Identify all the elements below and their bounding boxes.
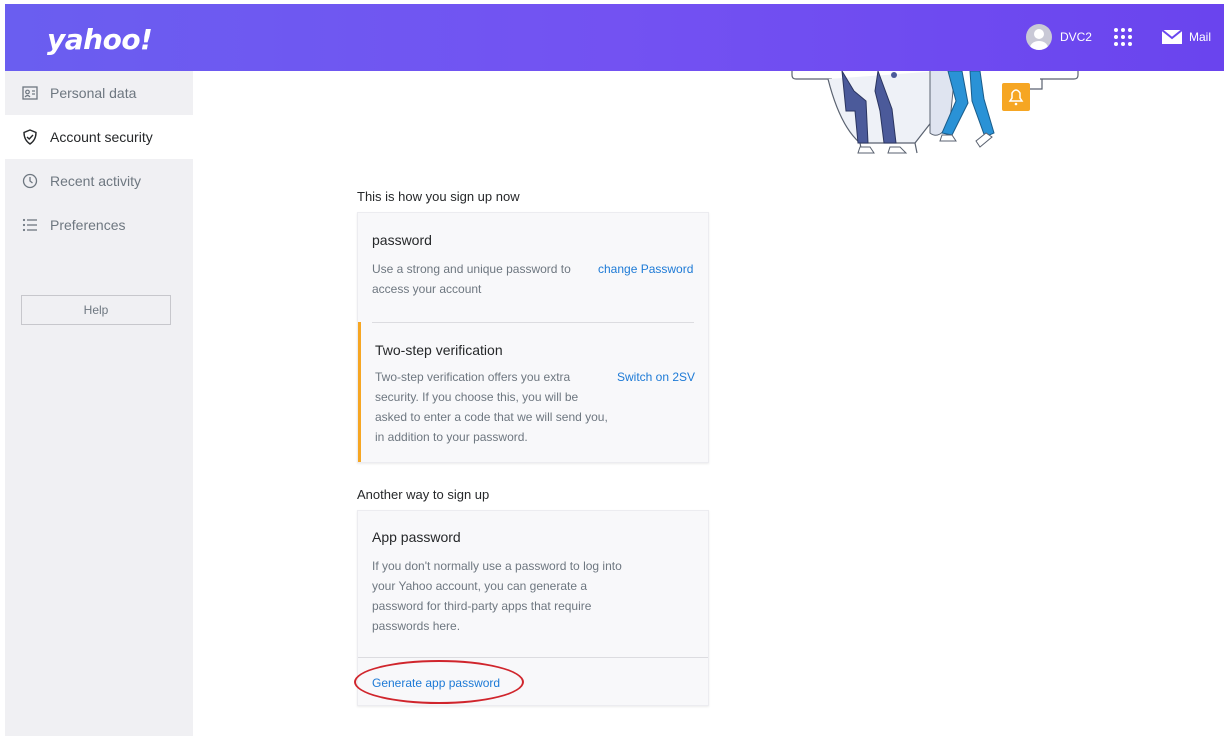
sidebar-item-preferences[interactable]: Preferences [5,203,193,247]
help-button[interactable]: Help [21,295,171,325]
clock-icon [22,173,38,189]
sidebar-item-label: Preferences [50,217,126,233]
shield-check-icon [23,129,37,145]
sidebar-item-label: Recent activity [50,173,142,189]
avatar-icon[interactable] [1025,24,1052,50]
highlight-annotation [354,660,524,704]
other-section-title: Another way to sign up [357,487,490,502]
security-illustration [791,71,1079,154]
username-label[interactable]: DVC2 [1060,30,1092,44]
apps-grid-icon[interactable] [1113,28,1132,46]
sidebar: Personal data Account security Recent ac… [5,71,193,736]
mail-icon[interactable] [1161,30,1182,44]
password-title: password [372,232,432,248]
sidebar-item-account-security[interactable]: Account security [5,115,193,159]
password-description: Use a strong and unique password to acce… [372,262,571,296]
sidebar-item-label: Personal data [50,85,137,101]
divider [358,657,708,658]
signin-section-title: This is how you sign up now [357,189,520,204]
app-password-description: If you don't normally use a password to … [372,559,622,633]
app-password-title: App password [372,529,461,545]
divider [372,322,694,323]
two-step-description: Two-step verification offers you extra s… [375,370,608,444]
mail-link[interactable]: Mail [1189,30,1211,44]
header-account-area: DVC2 Mail [1025,22,1211,52]
sidebar-item-personal-data[interactable]: Personal data [5,71,193,115]
top-header: yahoo! DVC2 Mail [5,4,1224,71]
list-icon [22,218,37,232]
two-step-accent-bar [358,322,361,462]
sidebar-item-label: Account security [50,129,153,145]
two-step-title: Two-step verification [375,342,503,358]
id-card-icon [22,86,38,100]
sidebar-item-recent-activity[interactable]: Recent activity [5,159,193,203]
change-password-link[interactable]: change Password [598,262,693,276]
switch-on-2sv-link[interactable]: Switch on 2SV [617,370,695,384]
yahoo-logo[interactable]: yahoo! [47,23,153,56]
signin-methods-card: password Use a strong and unique passwor… [357,212,709,463]
